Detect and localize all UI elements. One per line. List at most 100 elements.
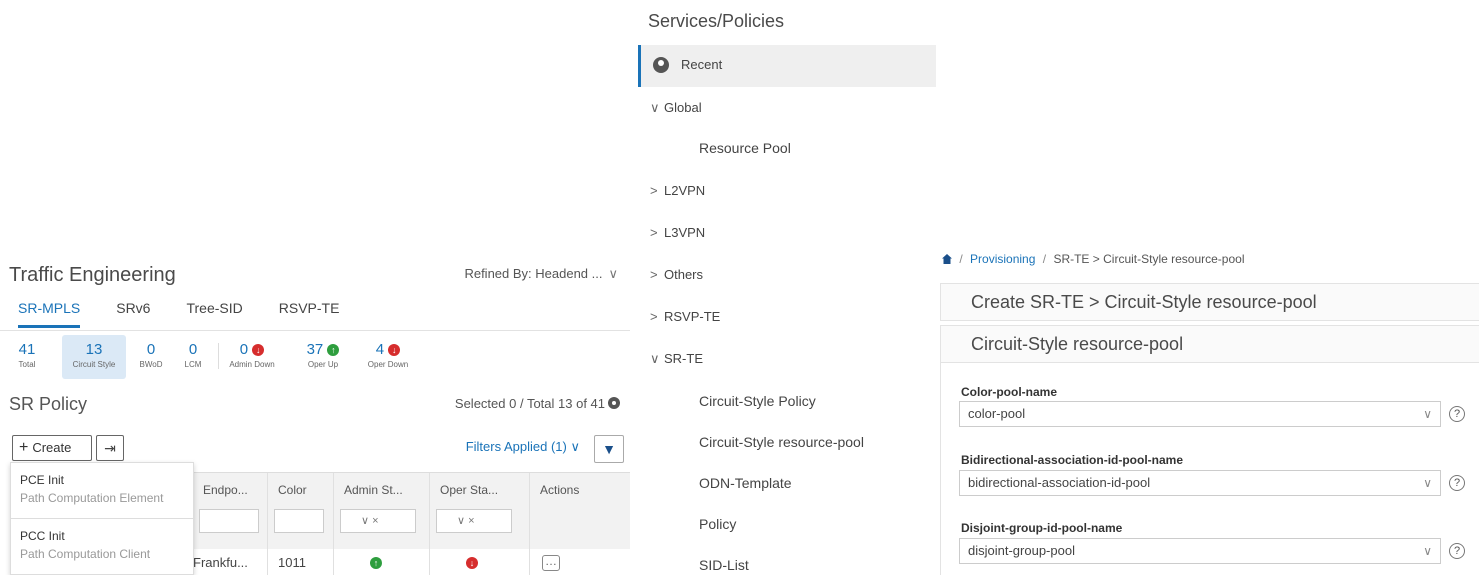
column-header-admin-state[interactable]: Admin St... xyxy=(344,483,403,497)
stat-admin-down-value: 0 xyxy=(239,341,249,358)
nav-item-circuit-style-policy[interactable]: Circuit-Style Policy xyxy=(699,393,816,409)
menu-item-subtitle: Path Computation Client xyxy=(20,547,151,561)
filters-applied-dropdown[interactable]: Filters Applied (1) ∨ xyxy=(466,439,580,455)
chevron-down-icon: ∨ xyxy=(1423,544,1432,558)
nav-label: L2VPN xyxy=(664,183,706,198)
nav-item-odn-template[interactable]: ODN-Template xyxy=(699,475,792,491)
te-tabs: SR-MPLS SRv6 Tree-SID RSVP-TE xyxy=(0,300,630,328)
gear-icon[interactable] xyxy=(608,397,620,409)
stat-oper-down[interactable]: 4 ↓ Oper Down xyxy=(360,335,416,379)
create-menu: PCE Init Path Computation Element PCC In… xyxy=(10,462,194,575)
form-section-header[interactable]: Circuit-Style resource-pool xyxy=(940,325,1479,363)
refined-by-dropdown[interactable]: Refined By: Headend ... ∨ xyxy=(464,266,618,282)
stat-lcm-value: 0 xyxy=(188,341,198,358)
nav-group-others[interactable]: > Others xyxy=(650,267,703,282)
cell-actions: … xyxy=(542,553,560,571)
stat-bwod[interactable]: 0 BWoD xyxy=(136,335,166,379)
cell-color: 1011 xyxy=(278,555,306,570)
form-header: Create SR-TE > Circuit-Style resource-po… xyxy=(940,283,1479,321)
breadcrumb-provisioning[interactable]: Provisioning xyxy=(970,252,1035,266)
stat-oper-up[interactable]: 37 ↑ Oper Up xyxy=(298,335,348,379)
cell-admin-state: ↑ xyxy=(370,555,382,570)
clear-icon[interactable]: × xyxy=(468,515,474,527)
column-actions: Actions … xyxy=(529,473,630,575)
nav-item-policy[interactable]: Policy xyxy=(699,516,736,532)
disjoint-pool-name-select[interactable]: disjoint-group-pool ∨ xyxy=(959,538,1441,564)
nav-group-l3vpn[interactable]: > L3VPN xyxy=(650,225,705,240)
bidirectional-pool-name-label: Bidirectional-association-id-pool-name xyxy=(961,453,1184,467)
stat-bwod-value: 0 xyxy=(146,341,156,358)
tab-sr-mpls[interactable]: SR-MPLS xyxy=(18,300,81,328)
nav-item-resource-pool[interactable]: Resource Pool xyxy=(699,140,791,156)
menu-item-pcc-init[interactable]: PCC Init Path Computation Client xyxy=(11,519,193,571)
chevron-down-icon: ∨ xyxy=(650,351,660,366)
more-actions-icon[interactable]: … xyxy=(542,555,560,571)
stat-circuit-style[interactable]: 13 Circuit Style xyxy=(62,335,126,379)
chevron-down-icon: ∨ xyxy=(361,515,370,527)
stat-oper-up-label: Oper Up xyxy=(307,360,339,369)
nav-label: SR-TE xyxy=(664,351,703,366)
arrow-down-circle-icon: ↓ xyxy=(388,344,401,356)
tab-rsvp-te[interactable]: RSVP-TE xyxy=(279,300,340,328)
nav-label: Global xyxy=(664,100,702,115)
nav-group-global[interactable]: ∨ Global xyxy=(650,100,702,116)
color-pool-name-select[interactable]: color-pool ∨ xyxy=(959,401,1441,427)
disjoint-pool-name-label: Disjoint-group-id-pool-name xyxy=(961,521,1123,535)
export-icon: ⇥ xyxy=(104,440,116,456)
export-button[interactable]: ⇥ xyxy=(96,435,124,461)
menu-item-pce-init[interactable]: PCE Init Path Computation Element xyxy=(11,463,193,515)
nav-item-recent[interactable]: Recent xyxy=(638,45,936,87)
nav-group-l2vpn[interactable]: > L2VPN xyxy=(650,183,705,198)
stat-oper-up-value: 37 xyxy=(306,341,324,358)
column-header-oper-state[interactable]: Oper Sta... xyxy=(440,483,498,497)
stat-oper-down-value: 4 xyxy=(375,341,385,358)
menu-item-subtitle: Path Computation Element xyxy=(20,491,164,505)
create-button-label: Create xyxy=(32,440,72,455)
endpoint-filter-input[interactable] xyxy=(199,509,259,533)
form-title: Create SR-TE > Circuit-Style resource-po… xyxy=(971,292,1317,312)
nav-item-circuit-style-resource-pool[interactable]: Circuit-Style resource-pool xyxy=(699,434,864,450)
column-header-endpoint[interactable]: Endpo... xyxy=(203,483,248,497)
cell-endpoint: Frankfu... xyxy=(193,555,248,570)
tab-tree-sid[interactable]: Tree-SID xyxy=(186,300,242,328)
stat-admin-down-label: Admin Down xyxy=(229,360,275,369)
stat-total[interactable]: 41 Total xyxy=(12,335,42,379)
form-section-title: Circuit-Style resource-pool xyxy=(971,334,1184,354)
arrow-down-circle-icon: ↓ xyxy=(252,344,265,356)
admin-state-filter-select[interactable]: ∨ × xyxy=(340,509,416,533)
filters-applied-label: Filters Applied (1) xyxy=(465,439,567,454)
stat-circuit-style-value: 13 xyxy=(85,341,103,358)
stat-admin-down[interactable]: 0 ↓ Admin Down xyxy=(226,335,278,379)
nav-label: Others xyxy=(664,267,704,282)
chevron-right-icon: > xyxy=(650,309,658,324)
services-title: Services/Policies xyxy=(648,11,785,31)
nav-group-sr-te[interactable]: ∨ SR-TE xyxy=(650,351,703,367)
nav-group-rsvp-te[interactable]: > RSVP-TE xyxy=(650,309,720,324)
filter-button[interactable]: ▼ xyxy=(594,435,624,463)
column-header-color[interactable]: Color xyxy=(278,483,307,497)
menu-item-title: PCE Init xyxy=(20,473,65,487)
help-icon[interactable]: ? xyxy=(1449,475,1465,491)
breadcrumb-current: SR-TE > Circuit-Style resource-pool xyxy=(1053,252,1245,266)
column-header-actions: Actions xyxy=(540,483,580,497)
services-policies-panel: Services/Policies Recent ∨ Global Resourc… xyxy=(636,0,936,575)
nav-item-sid-list[interactable]: SID-List xyxy=(699,557,749,573)
oper-state-filter-select[interactable]: ∨ × xyxy=(436,509,512,533)
help-icon[interactable]: ? xyxy=(1449,406,1465,422)
recent-icon xyxy=(653,57,669,73)
bidirectional-pool-name-select[interactable]: bidirectional-association-id-pool ∨ xyxy=(959,470,1441,496)
tab-srv6[interactable]: SRv6 xyxy=(116,300,150,328)
chevron-down-icon: ∨ xyxy=(608,266,618,281)
chevron-right-icon: > xyxy=(650,267,658,282)
help-icon[interactable]: ? xyxy=(1449,543,1465,559)
clear-icon[interactable]: × xyxy=(372,515,378,527)
stat-oper-down-label: Oper Down xyxy=(367,360,409,369)
breadcrumb-separator: / xyxy=(1042,252,1047,266)
stat-lcm[interactable]: 0 LCM xyxy=(178,335,208,379)
selection-summary: Selected 0 / Total 13 of 41 xyxy=(455,396,620,411)
stat-oper-up-value-wrap: 37 ↑ xyxy=(298,341,348,358)
create-button[interactable]: + Create xyxy=(12,435,92,461)
color-filter-input[interactable] xyxy=(274,509,324,533)
home-icon[interactable] xyxy=(942,254,952,264)
color-pool-name-value: color-pool xyxy=(968,406,1026,421)
